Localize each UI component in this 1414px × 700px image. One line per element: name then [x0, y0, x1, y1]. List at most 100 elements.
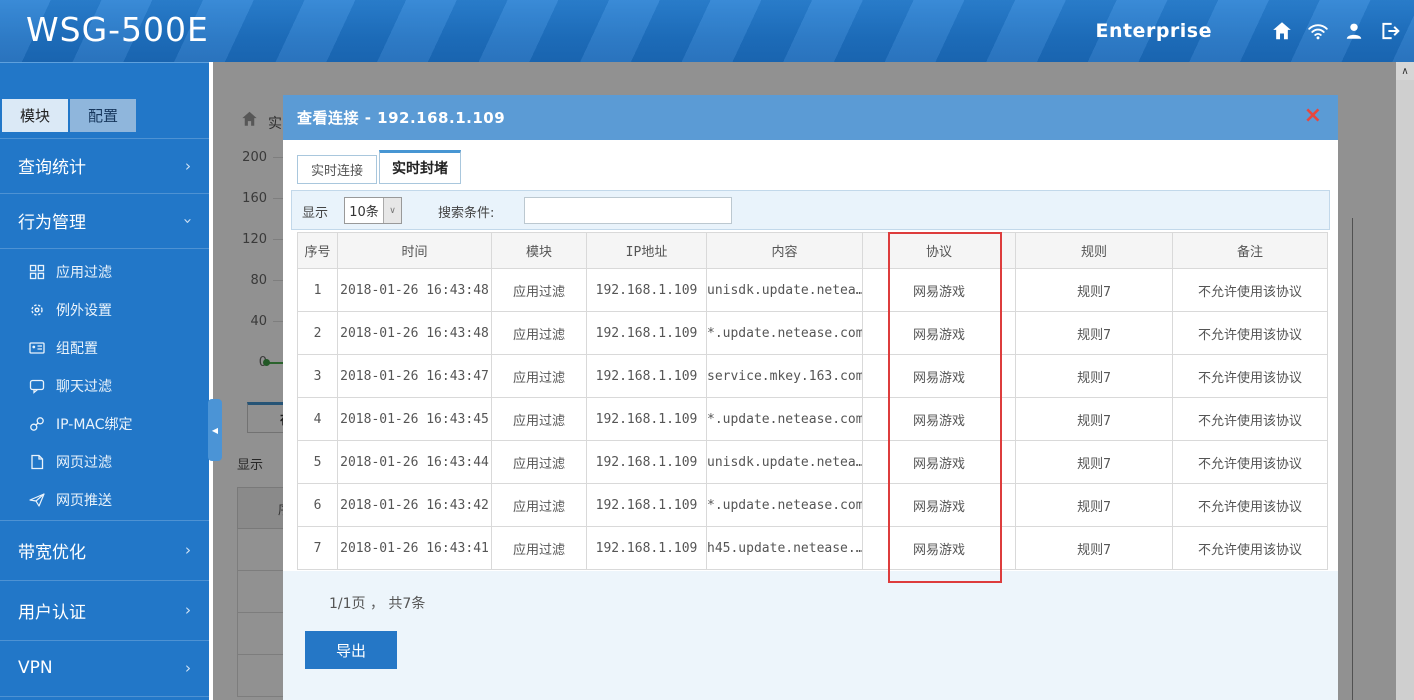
sidebar-section-behavior-mgmt[interactable]: 行为管理 › [0, 193, 209, 248]
cell: 2 [298, 312, 338, 355]
link-icon [28, 415, 46, 433]
column-header: IP地址 [587, 233, 707, 269]
grid-icon [28, 263, 46, 281]
logout-icon[interactable] [1378, 19, 1402, 43]
cell: *.update.netease.com [707, 484, 863, 527]
tab-realtime-blocking[interactable]: 实时封堵 [379, 150, 461, 184]
cell: 网易游戏 [863, 355, 1016, 398]
sidebar-item-web-filter[interactable]: 网页过滤 [0, 443, 209, 481]
sidebar-item-label: IP-MAC绑定 [56, 414, 133, 434]
search-input[interactable] [524, 197, 732, 224]
sidebar-item-chat-filter[interactable]: 聊天过滤 [0, 367, 209, 405]
sidebar-tab-strip: 模块 配置 [2, 99, 136, 132]
chevron-right-icon: › [185, 601, 191, 619]
cell: 4 [298, 398, 338, 441]
cell: 规则7 [1016, 527, 1173, 570]
page-size-value: 10条 [345, 198, 383, 223]
cell: 规则7 [1016, 312, 1173, 355]
modal-toolbar: 显示 10条 ∨ 搜索条件: [291, 190, 1330, 230]
cell: unisdk.update.netea… [707, 269, 863, 312]
modal-footer: 1/1页 ， 共7条 导出 [283, 571, 1338, 700]
tab-realtime-connections[interactable]: 实时连接 [297, 155, 377, 184]
brand-logo: WSG-500E [26, 10, 209, 49]
cell: *.update.netease.com [707, 312, 863, 355]
cell: 192.168.1.109 [587, 527, 707, 570]
cell: 不允许使用该协议 [1173, 398, 1328, 441]
sidebar-item-web-push[interactable]: 网页推送 [0, 481, 209, 519]
cell: unisdk.update.netea… [707, 441, 863, 484]
sidebar-item-label: 聊天过滤 [56, 376, 112, 396]
top-bar-right: Enterprise [1095, 0, 1402, 62]
chevron-right-icon: › [185, 659, 191, 677]
sidebar-collapse-handle[interactable]: ◀ [208, 399, 222, 461]
table-row: 72018-01-26 16:43:41应用过滤192.168.1.109h45… [298, 527, 1328, 570]
cell: 6 [298, 484, 338, 527]
cell: h45.update.netease.… [707, 527, 863, 570]
sidebar-section-user-auth[interactable]: 用户认证 › [0, 580, 209, 640]
table-row: 42018-01-26 16:43:45应用过滤192.168.1.109*.u… [298, 398, 1328, 441]
sidebar-item-label: 组配置 [56, 338, 98, 358]
cell: 规则7 [1016, 484, 1173, 527]
sidebar-section-bandwidth[interactable]: 带宽优化 › [0, 520, 209, 580]
sidebar-section-query-stats[interactable]: 查询统计 › [0, 138, 209, 193]
table-body: 12018-01-26 16:43:48应用过滤192.168.1.109uni… [298, 269, 1328, 570]
sidebar-item-group-config[interactable]: 组配置 [0, 329, 209, 367]
cell: 网易游戏 [863, 441, 1016, 484]
column-header: 协议 [863, 233, 1016, 269]
cell: 不允许使用该协议 [1173, 269, 1328, 312]
send-icon [28, 491, 46, 509]
sidebar-tab-modules[interactable]: 模块 [2, 99, 68, 132]
top-bar: WSG-500E Enterprise [0, 0, 1414, 62]
cell: 网易游戏 [863, 484, 1016, 527]
page-icon [28, 453, 46, 471]
cell: 2018-01-26 16:43:45 [338, 398, 492, 441]
modal-title: 查看连接 - 192.168.1.109 [297, 107, 505, 128]
sidebar-item-label: 网页过滤 [56, 452, 112, 472]
gear-icon [28, 301, 46, 319]
cell: 不允许使用该协议 [1173, 441, 1328, 484]
cell: 3 [298, 355, 338, 398]
close-icon[interactable]: × [1304, 105, 1322, 127]
cell: 应用过滤 [492, 527, 587, 570]
sidebar-item-ip-mac-binding[interactable]: IP-MAC绑定 [0, 405, 209, 443]
cell: 应用过滤 [492, 398, 587, 441]
cell: 网易游戏 [863, 269, 1016, 312]
cell: 不允许使用该协议 [1173, 312, 1328, 355]
cell: 网易游戏 [863, 527, 1016, 570]
sidebar-tab-config[interactable]: 配置 [70, 99, 136, 132]
sidebar: 模块 配置 查询统计 › 行为管理 › 应用过滤 例外设置 组配置 聊天过滤 [0, 62, 209, 700]
cell: 192.168.1.109 [587, 398, 707, 441]
cell: 192.168.1.109 [587, 312, 707, 355]
table-row: 62018-01-26 16:43:42应用过滤192.168.1.109*.u… [298, 484, 1328, 527]
sidebar-section-vpn[interactable]: VPN › [0, 640, 209, 696]
modal-header: 查看连接 - 192.168.1.109 × [283, 95, 1338, 140]
page-size-select[interactable]: 10条 ∨ [344, 197, 402, 224]
table-row: 32018-01-26 16:43:47应用过滤192.168.1.109ser… [298, 355, 1328, 398]
table-head: 序号时间模块IP地址内容协议规则备注 [298, 233, 1328, 269]
cell: 1 [298, 269, 338, 312]
cell: 应用过滤 [492, 269, 587, 312]
wifi-icon[interactable] [1306, 19, 1330, 43]
sidebar-item-label: 例外设置 [56, 300, 112, 320]
cell: 应用过滤 [492, 312, 587, 355]
cell: 2018-01-26 16:43:48 [338, 269, 492, 312]
sidebar-item-app-filter[interactable]: 应用过滤 [0, 253, 209, 291]
cell: 应用过滤 [492, 355, 587, 398]
cell: 不允许使用该协议 [1173, 355, 1328, 398]
export-button[interactable]: 导出 [305, 631, 397, 669]
user-icon[interactable] [1342, 19, 1366, 43]
cell: 2018-01-26 16:43:47 [338, 355, 492, 398]
column-header: 时间 [338, 233, 492, 269]
edition-label: Enterprise [1095, 20, 1212, 42]
scroll-up-icon[interactable]: ∧ [1396, 62, 1414, 80]
cell: 2018-01-26 16:43:41 [338, 527, 492, 570]
page-scrollbar[interactable]: ∧ [1396, 62, 1414, 700]
cell: 应用过滤 [492, 441, 587, 484]
cell: 规则7 [1016, 355, 1173, 398]
sidebar-item-label: 应用过滤 [56, 262, 112, 282]
sidebar-item-exception-settings[interactable]: 例外设置 [0, 291, 209, 329]
cell: 应用过滤 [492, 484, 587, 527]
column-header: 模块 [492, 233, 587, 269]
cell: 网易游戏 [863, 398, 1016, 441]
home-icon[interactable] [1270, 19, 1294, 43]
